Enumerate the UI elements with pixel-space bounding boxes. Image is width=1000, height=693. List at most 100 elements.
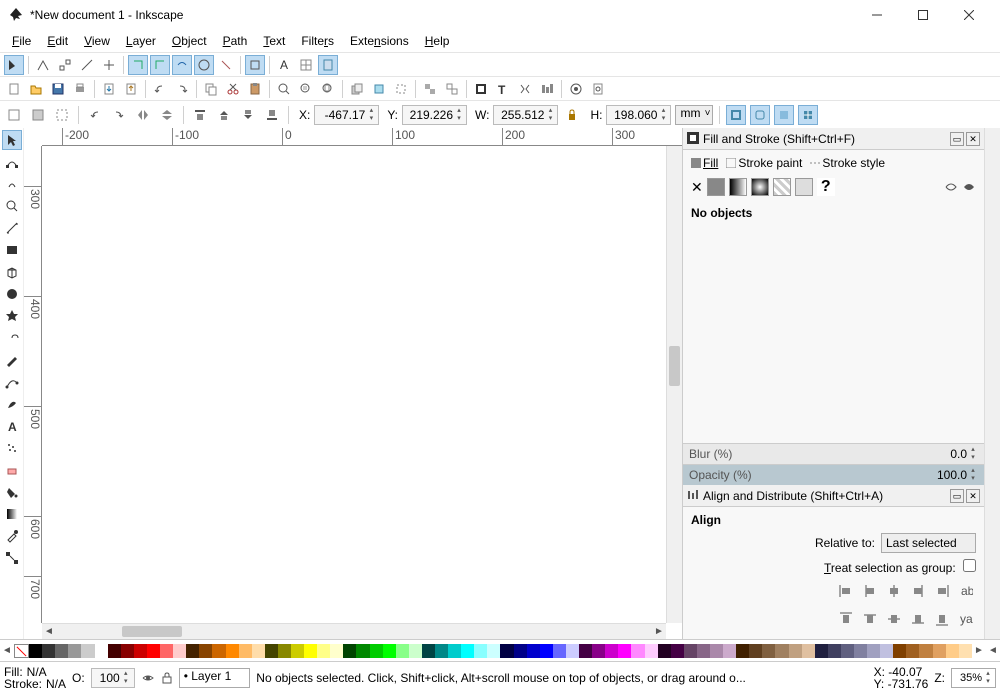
raise-top-icon[interactable]: [190, 105, 210, 125]
palette-none[interactable]: [14, 644, 29, 658]
grid-opt-icon[interactable]: [296, 55, 316, 75]
palette-swatch[interactable]: [605, 644, 618, 658]
toggle-icon-3[interactable]: [77, 55, 97, 75]
menu-filters[interactable]: Filters: [295, 32, 340, 50]
palette-swatch[interactable]: [893, 644, 906, 658]
w-field[interactable]: ▴▾: [493, 105, 558, 125]
undo-icon[interactable]: [150, 79, 170, 99]
panel-close-icon[interactable]: ✕: [966, 132, 980, 146]
palette-swatch[interactable]: [919, 644, 932, 658]
menu-edit[interactable]: Edit: [41, 32, 74, 50]
treat-group-checkbox[interactable]: [963, 559, 976, 572]
palette-swatch[interactable]: [802, 644, 815, 658]
text-tool-icon[interactable]: A: [2, 416, 22, 436]
palette-swatch[interactable]: [173, 644, 186, 658]
panel-minimize-icon[interactable]: ▭: [950, 132, 964, 146]
node-tool-icon[interactable]: [2, 152, 22, 172]
palette-swatch[interactable]: [291, 644, 304, 658]
palette-swatch[interactable]: [278, 644, 291, 658]
bucket-tool-icon[interactable]: [2, 482, 22, 502]
rotate-cw-icon[interactable]: [109, 105, 129, 125]
measure-tool-icon[interactable]: [2, 218, 22, 238]
palette-swatch[interactable]: [304, 644, 317, 658]
palette-swatch[interactable]: [370, 644, 383, 658]
align-vcenter-icon[interactable]: [884, 609, 904, 629]
palette-swatch[interactable]: [906, 644, 919, 658]
dock-gutter[interactable]: [984, 128, 1000, 639]
palette-swatch[interactable]: [265, 644, 278, 658]
palette-swatch[interactable]: [697, 644, 710, 658]
layer-lock-icon[interactable]: [161, 671, 173, 685]
tab-stroke-paint[interactable]: Stroke paint: [726, 156, 802, 170]
unit-select[interactable]: mm: [675, 105, 713, 125]
palette-swatch[interactable]: [147, 644, 160, 658]
palette-swatch[interactable]: [579, 644, 592, 658]
toggle-icon-1[interactable]: [33, 55, 53, 75]
connector-tool-icon[interactable]: [2, 548, 22, 568]
minimize-button[interactable]: [854, 0, 900, 30]
menu-layer[interactable]: Layer: [120, 32, 162, 50]
palette-swatch[interactable]: [854, 644, 867, 658]
align-text2-icon[interactable]: ya: [956, 609, 976, 629]
palette-swatch[interactable]: [631, 644, 644, 658]
duplicate-icon[interactable]: [347, 79, 367, 99]
zoom-tool-icon[interactable]: [2, 196, 22, 216]
align-text-icon[interactable]: ab: [956, 581, 976, 601]
zoom-field[interactable]: ▴▾: [951, 668, 996, 688]
palette-swatch[interactable]: [487, 644, 500, 658]
raise-icon[interactable]: [214, 105, 234, 125]
save-icon[interactable]: [48, 79, 68, 99]
flat-color-icon[interactable]: [707, 178, 725, 196]
palette-right-icon[interactable]: ►: [972, 645, 986, 656]
rect-tool-icon[interactable]: [2, 240, 22, 260]
paste-icon[interactable]: [245, 79, 265, 99]
star-tool-icon[interactable]: [2, 306, 22, 326]
ruler-horizontal[interactable]: -200 -100 0 100 200 300: [42, 128, 682, 146]
print-icon[interactable]: [70, 79, 90, 99]
spiral-tool-icon[interactable]: [2, 328, 22, 348]
toggle-icon-2[interactable]: [55, 55, 75, 75]
opacity-row[interactable]: Opacity (%) 100.0 ▴▾: [683, 464, 984, 485]
calligraphy-tool-icon[interactable]: [2, 394, 22, 414]
lower-bottom-icon[interactable]: [262, 105, 282, 125]
layer-visible-icon[interactable]: [141, 671, 155, 685]
palette-swatch[interactable]: [199, 644, 212, 658]
transform-icon-3[interactable]: [172, 55, 192, 75]
menu-text[interactable]: Text: [257, 32, 291, 50]
palette-swatch[interactable]: [435, 644, 448, 658]
bezier-tool-icon[interactable]: [2, 372, 22, 392]
horizontal-scrollbar[interactable]: ◄ ►: [42, 623, 666, 639]
transform-icon-4[interactable]: [194, 55, 214, 75]
unlink-icon[interactable]: [391, 79, 411, 99]
palette-swatch[interactable]: [553, 644, 566, 658]
palette-swatch[interactable]: [867, 644, 880, 658]
menu-extensions[interactable]: Extensions: [344, 32, 415, 50]
palette-swatch[interactable]: [749, 644, 762, 658]
palette-swatch[interactable]: [645, 644, 658, 658]
gradient-tool-icon[interactable]: [2, 504, 22, 524]
palette-swatch[interactable]: [396, 644, 409, 658]
palette-swatch[interactable]: [134, 644, 147, 658]
align-bottom-icon[interactable]: [908, 609, 928, 629]
palette-swatch[interactable]: [959, 644, 972, 658]
pencil-tool-icon[interactable]: [2, 350, 22, 370]
lock-aspect-icon[interactable]: [562, 105, 582, 125]
palette-swatch[interactable]: [29, 644, 42, 658]
align-bottom-out-icon[interactable]: [932, 609, 952, 629]
align-right-out-icon[interactable]: [932, 581, 952, 601]
palette-swatch[interactable]: [723, 644, 736, 658]
align-left-icon[interactable]: [860, 581, 880, 601]
panel-close-icon[interactable]: ✕: [966, 489, 980, 503]
palette-swatch[interactable]: [710, 644, 723, 658]
palette-swatch[interactable]: [68, 644, 81, 658]
cut-icon[interactable]: [223, 79, 243, 99]
palette-swatch[interactable]: [592, 644, 605, 658]
no-paint-icon[interactable]: ✕: [691, 179, 703, 196]
clone-icon[interactable]: [369, 79, 389, 99]
prefs-icon[interactable]: [566, 79, 586, 99]
spray-tool-icon[interactable]: [2, 438, 22, 458]
palette-swatch[interactable]: [121, 644, 134, 658]
doc-prefs-icon[interactable]: [588, 79, 608, 99]
menu-help[interactable]: Help: [419, 32, 456, 50]
ungroup-icon[interactable]: [442, 79, 462, 99]
